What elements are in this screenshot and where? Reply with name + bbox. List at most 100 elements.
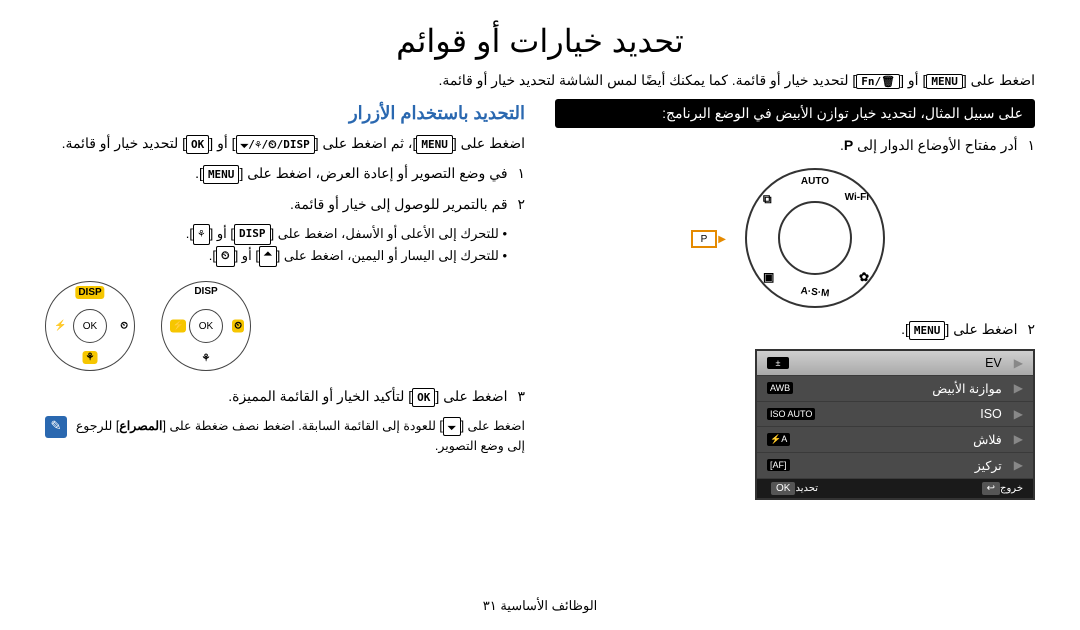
menu-screenshot: ± EV ▶ AWB موازنة الأبيض ▶ ISO AUTO ISO … xyxy=(755,349,1035,500)
t: أو xyxy=(238,248,252,263)
step-num: ١ xyxy=(1027,137,1035,153)
menu-label: فلاش xyxy=(790,432,1010,447)
chevron-icon: ▶ xyxy=(1014,381,1023,395)
foot-sel: تحديد xyxy=(795,483,818,494)
nav-pad-horizontal: DISP ⚡ ⏲ ⚘ OK xyxy=(161,281,251,371)
menu-label: ISO xyxy=(815,407,1009,421)
dial-wifi: Wi-Fi xyxy=(845,192,869,203)
dial-pointer-p: P xyxy=(691,230,717,248)
t: لتأكيد الخيار أو القائمة المميزة. xyxy=(228,388,404,404)
menu-label: موازنة الأبيض xyxy=(793,381,1010,396)
pad-ok: OK xyxy=(189,309,223,343)
menu-row-wb[interactable]: AWB موازنة الأبيض ▶ xyxy=(757,376,1033,402)
t: للعودة إلى القائمة السابقة. اضغط نصف ضغط… xyxy=(166,419,436,433)
dial-scn: ✿ xyxy=(859,270,869,284)
t: لتحديد خيار أو قائمة. xyxy=(62,135,179,151)
menu-btn-label: MENU xyxy=(416,135,453,155)
timer-icon-hl: ⏲ xyxy=(232,320,244,333)
back-btn-label: 🞃 xyxy=(443,417,461,437)
t: اضغط على xyxy=(949,321,1017,337)
t: اضغط على xyxy=(439,388,507,404)
bullet-horiz: • للتحرك إلى اليسار أو اليمين، اضغط على … xyxy=(45,245,507,267)
ok-btn-label: OK xyxy=(412,388,435,408)
step-2: ٢ قم بالتمرير للوصول إلى خيار أو قائمة. xyxy=(45,193,525,215)
chevron-icon: ▶ xyxy=(1014,432,1023,446)
flower-icon-hl: ⚘ xyxy=(83,351,98,364)
t: . xyxy=(195,165,199,181)
menu-row-iso[interactable]: ISO AUTO ISO ▶ xyxy=(757,402,1033,427)
t: اضغط على xyxy=(967,72,1035,88)
step-num: ١ xyxy=(517,165,525,181)
menu-label: EV xyxy=(789,356,1010,370)
pad-disp: DISP xyxy=(194,286,217,297)
menu-row-focus[interactable]: [AF] تركيز ▶ xyxy=(757,453,1033,479)
menu-btn-label: MENU xyxy=(203,165,240,185)
ok-btn-label: OK xyxy=(186,135,209,155)
section-example: على سبيل المثال، لتحديد خيار توازن الأبي… xyxy=(555,99,1035,500)
dial-auto: AUTO xyxy=(801,176,829,187)
menu-label: تركيز xyxy=(790,458,1010,473)
menu-btn-label: MENU xyxy=(926,74,963,89)
menu-row-ev[interactable]: ± EV ▶ xyxy=(757,351,1033,376)
flower-btn-label: ⚘ xyxy=(193,224,210,245)
dial-mov: ▣ xyxy=(763,270,774,284)
menu-icon: ± xyxy=(767,357,789,369)
t: للتحرك إلى الأعلى أو الأسفل، اضغط على xyxy=(274,226,499,241)
step-num: ٢ xyxy=(517,196,525,212)
t: . xyxy=(901,321,905,337)
t: اضغط على xyxy=(457,135,525,151)
t: لتحديد خيار أو قائمة. كما يمكنك أيضًا لم… xyxy=(438,72,848,88)
t: أو xyxy=(904,72,919,88)
note: ✎ اضغط على [🞃] للعودة إلى القائمة السابق… xyxy=(45,416,525,457)
step-3: ٣ اضغط على [OK] لتأكيد الخيار أو القائمة… xyxy=(45,385,525,407)
menu-icon: AWB xyxy=(767,382,793,394)
t: أو xyxy=(213,135,228,151)
foot-back: ↩ xyxy=(982,482,1000,495)
chevron-icon: ▶ xyxy=(1014,407,1023,421)
mode-dial: P AUTO Wi-Fi A·S·M ✿ ▣ ⧉ xyxy=(685,164,905,314)
intro: اضغط على [MENU] أو [Fn/🗑] لتحديد خيار أو… xyxy=(0,60,1080,89)
nav-pad-vertical: DISP ⚡ ⏲ ⚘ OK xyxy=(45,281,135,371)
t: للتحرك إلى اليسار أو اليمين، اضغط على xyxy=(280,248,499,263)
pad-disp-hl: DISP xyxy=(75,286,104,299)
timer-btn-label: ⏲ xyxy=(216,246,235,267)
t: . xyxy=(209,248,213,263)
flower-icon: ⚘ xyxy=(202,353,211,364)
step-num: ٢ xyxy=(1027,321,1035,337)
menu-btn-label: MENU xyxy=(909,321,946,341)
menu-footer: OKتحديد ↩خروج xyxy=(757,479,1033,498)
note-text: اضغط على [🞃] للعودة إلى القائمة السابقة.… xyxy=(75,416,525,457)
menu-icon: ⚡A xyxy=(767,433,790,446)
fn-btn-label: Fn/🗑 xyxy=(856,74,900,89)
timer-icon: ⏲ xyxy=(120,321,128,332)
step-num: ٣ xyxy=(517,388,525,404)
section-buttons: التحديد باستخدام الأزرار اضغط على [MENU]… xyxy=(45,99,525,500)
menu-icon: [AF] xyxy=(767,459,790,471)
note-icon: ✎ xyxy=(45,416,67,438)
t: ، ثم اضغط على xyxy=(319,135,413,151)
t: أو xyxy=(213,226,227,241)
nav-combo-label: 🞃/⚘/⏲/DISP xyxy=(236,135,315,155)
dial-asm: A·S·M xyxy=(800,286,830,300)
disp-btn-label: DISP xyxy=(234,224,271,245)
ex-step-1: ١ أدر مفتاح الأوضاع الدوار إلى P. xyxy=(555,134,1035,156)
flash-icon-hl: ⚡ xyxy=(170,320,186,333)
ex-step-2: ٢ اضغط على [MENU]. xyxy=(555,318,1035,340)
page-footer: الوظائف الأساسية ٣١ xyxy=(0,598,1080,614)
page-title: تحديد خيارات أو قوائم xyxy=(0,0,1080,60)
pad-ok: OK xyxy=(73,309,107,343)
t: . xyxy=(186,226,190,241)
bullet-vert: • للتحرك إلى الأعلى أو الأسفل، اضغط على … xyxy=(45,223,507,245)
flash-icon: ⚡ xyxy=(54,321,66,332)
shutter-label: المصراع xyxy=(119,419,162,433)
foot-exit: خروج xyxy=(1000,483,1023,494)
chevron-icon: ▶ xyxy=(1014,458,1023,472)
dial-ring: AUTO Wi-Fi A·S·M ✿ ▣ ⧉ xyxy=(745,168,885,308)
menu-row-flash[interactable]: ⚡A فلاش ▶ xyxy=(757,427,1033,453)
t: اضغط على xyxy=(464,419,525,433)
nav-pads: DISP ⚡ ⏲ ⚘ OK DISP ⚡ ⏲ ⚘ OK xyxy=(45,281,507,371)
flash-btn-label: 🞁 xyxy=(259,246,277,267)
dial-inner xyxy=(778,201,852,275)
t: في وضع التصوير أو إعادة العرض، اضغط على xyxy=(243,165,507,181)
t: قم بالتمرير للوصول إلى خيار أو قائمة. xyxy=(290,196,508,212)
